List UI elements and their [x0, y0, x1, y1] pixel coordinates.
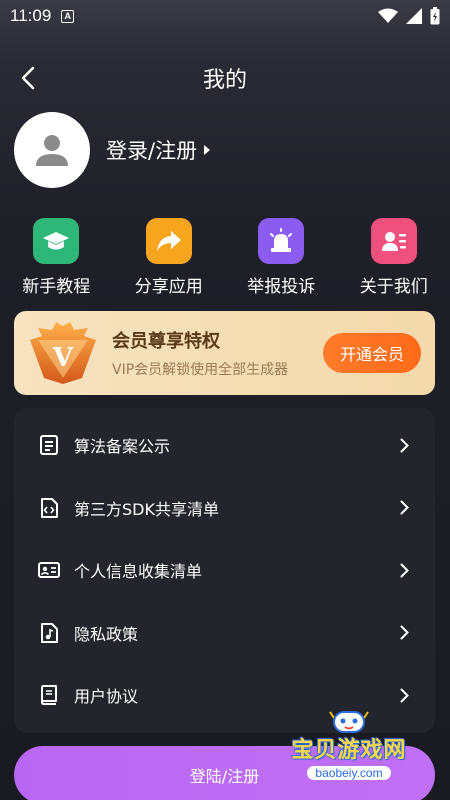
header: 我的	[0, 56, 450, 100]
code-file-icon	[38, 497, 60, 519]
caret-right-icon	[204, 145, 211, 155]
notification-a-icon: A	[61, 9, 75, 23]
vip-banner[interactable]: V 会员尊享特权 VIP会员解锁使用全部生成器 开通会员	[14, 311, 435, 395]
chevron-right-icon	[397, 685, 411, 705]
contact-card-icon	[370, 218, 417, 264]
menu-item-privacy-policy[interactable]: 隐私政策	[14, 602, 435, 665]
status-bar: 11:09 A	[0, 0, 450, 32]
menu-item-personal-info[interactable]: 个人信息收集清单	[14, 539, 435, 602]
id-card-icon	[38, 559, 60, 581]
menu-item-label: 隐私政策	[74, 624, 139, 644]
chevron-right-icon	[397, 560, 411, 580]
chevron-right-icon	[397, 435, 411, 455]
vip-subtitle: VIP会员解锁使用全部生成器	[112, 362, 289, 378]
quick-action-report[interactable]: 举报投诉	[225, 218, 337, 297]
menu-item-algorithm-filing[interactable]: 算法备案公示	[14, 414, 435, 477]
menu-item-label: 用户协议	[74, 687, 139, 707]
vip-badge-letter: V	[52, 343, 74, 373]
wifi-icon	[378, 8, 398, 23]
avatar[interactable]	[14, 112, 90, 188]
alarm-light-icon	[258, 218, 305, 264]
quick-actions: 新手教程 分享应用 举报投诉 关于我们	[0, 218, 450, 297]
vip-title: 会员尊享特权	[112, 331, 220, 352]
menu-item-label: 算法备案公示	[74, 437, 171, 457]
login-register-link[interactable]: 登录/注册	[106, 135, 211, 165]
menu-item-third-party-sdk[interactable]: 第三方SDK共享清单	[14, 477, 435, 540]
chevron-right-icon	[397, 498, 411, 518]
vip-text: 会员尊享特权 VIP会员解锁使用全部生成器	[112, 327, 323, 379]
open-vip-button[interactable]: 开通会员	[323, 333, 421, 373]
quick-action-label: 举报投诉	[247, 277, 316, 297]
back-arrow-icon	[21, 66, 35, 90]
status-icons	[378, 7, 440, 25]
battery-charging-icon	[430, 7, 440, 25]
document-list-icon	[38, 434, 60, 456]
user-placeholder-icon	[36, 135, 68, 166]
login-register-button[interactable]: 登陆/注册	[14, 746, 435, 800]
login-register-label: 登录/注册	[106, 139, 198, 163]
chevron-right-icon	[397, 623, 411, 643]
settings-menu: 算法备案公示 第三方SDK共享清单 个人信息收集清单 隐私政策 用户协议	[14, 408, 435, 733]
vip-diamond-badge-icon: V	[30, 322, 96, 384]
quick-action-label: 新手教程	[22, 277, 91, 297]
book-icon	[38, 684, 60, 706]
music-file-icon	[38, 622, 60, 644]
share-arrow-icon	[145, 218, 192, 264]
quick-action-tutorial[interactable]: 新手教程	[0, 218, 112, 297]
page-title: 我的	[202, 68, 247, 93]
quick-action-share[interactable]: 分享应用	[113, 218, 225, 297]
quick-action-label: 分享应用	[134, 277, 203, 297]
back-button[interactable]	[14, 64, 42, 92]
menu-item-user-agreement[interactable]: 用户协议	[14, 664, 435, 727]
quick-action-label: 关于我们	[359, 277, 428, 297]
signal-icon	[406, 8, 422, 24]
graduation-cap-icon	[33, 218, 80, 264]
profile-section: 登录/注册	[14, 112, 211, 188]
quick-action-about[interactable]: 关于我们	[338, 218, 450, 297]
menu-item-label: 第三方SDK共享清单	[74, 499, 219, 519]
status-time: 11:09	[10, 6, 52, 25]
menu-item-label: 个人信息收集清单	[74, 562, 203, 582]
